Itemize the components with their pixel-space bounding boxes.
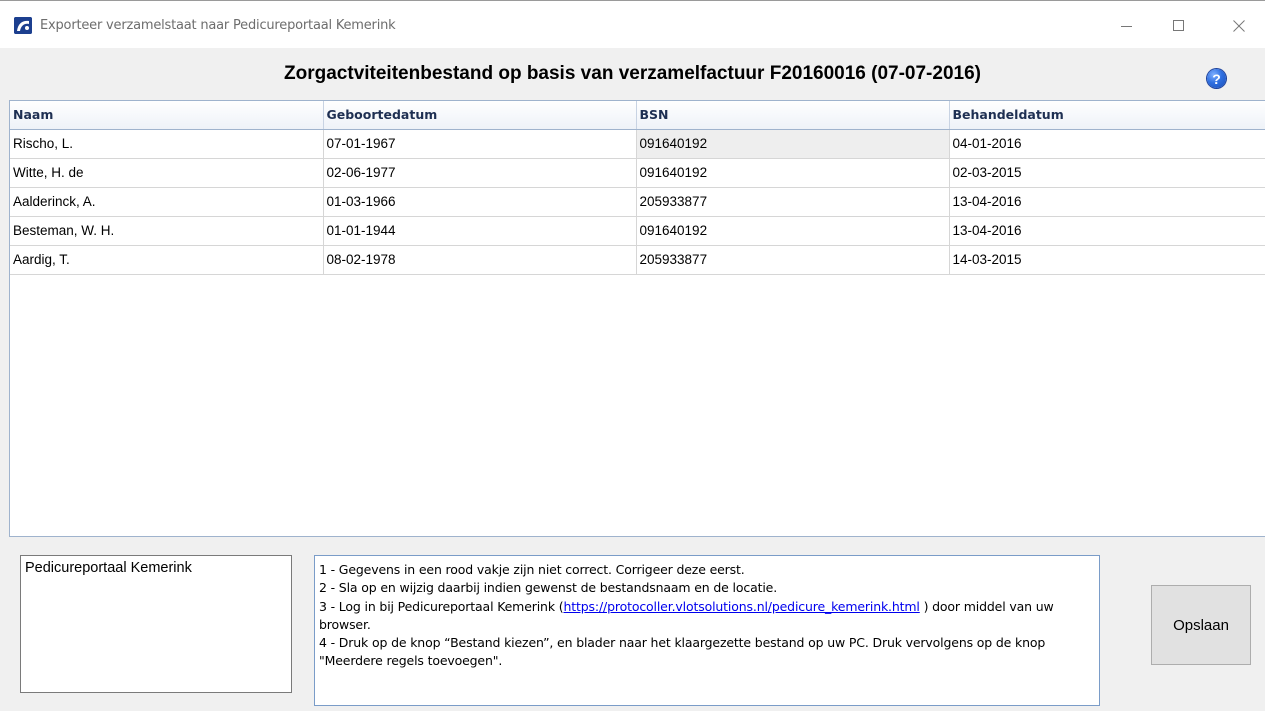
cell-naam[interactable]: Aardig, T. bbox=[10, 245, 324, 275]
column-header-behandeldatum[interactable]: Behandeldatum bbox=[949, 101, 1265, 130]
column-header-naam[interactable]: Naam bbox=[10, 101, 324, 130]
cell-geboortedatum[interactable]: 08-02-1978 bbox=[323, 245, 637, 275]
table-row[interactable]: Aardig, T. 08-02-1978 205933877 14-03-20… bbox=[10, 245, 1265, 275]
title-bar: Exporteer verzamelstaat naar Pedicurepor… bbox=[0, 0, 1265, 48]
portal-link[interactable]: https://protocoller.vlotsolutions.nl/ped… bbox=[563, 599, 919, 614]
table-row[interactable]: Rischo, L. 07-01-1967 091640192 04-01-20… bbox=[10, 129, 1265, 159]
instructions-text: 1 - Gegevens in een rood vakje zijn niet… bbox=[314, 555, 1100, 706]
cell-behandeldatum[interactable]: 04-01-2016 bbox=[949, 129, 1265, 159]
instruction-line-3-text: 3 - Log in bij Pedicureportaal Kemerink … bbox=[319, 598, 564, 614]
cell-behandeldatum[interactable]: 14-03-2015 bbox=[949, 245, 1265, 275]
instruction-line-1: 1 - Gegevens in een rood vakje zijn niet… bbox=[319, 562, 745, 577]
help-icon[interactable]: ? bbox=[1207, 69, 1226, 88]
minimize-button[interactable] bbox=[1104, 11, 1150, 41]
maximize-icon bbox=[1173, 20, 1184, 31]
table-row[interactable]: Witte, H. de 02-06-1977 091640192 02-03-… bbox=[10, 158, 1265, 188]
portal-list[interactable]: Pedicureportaal Kemerink bbox=[20, 555, 292, 693]
save-button[interactable]: Opslaan bbox=[1151, 585, 1251, 665]
cell-naam[interactable]: Besteman, W. H. bbox=[10, 216, 324, 246]
table-row[interactable]: Aalderinck, A. 01-03-1966 205933877 13-0… bbox=[10, 187, 1265, 217]
cell-bsn[interactable]: 205933877 bbox=[636, 187, 950, 217]
cell-geboortedatum[interactable]: 01-01-1944 bbox=[323, 216, 637, 246]
page-title: Zorgactviteitenbestand op basis van verz… bbox=[284, 63, 981, 84]
cell-geboortedatum[interactable]: 01-03-1966 bbox=[323, 187, 637, 217]
instruction-line-4: 4 - Druk op de knop “Bestand kiezen”, en… bbox=[319, 635, 1046, 669]
window-title: Exporteer verzamelstaat naar Pedicurepor… bbox=[40, 18, 396, 33]
app-logo-icon bbox=[14, 17, 32, 34]
close-icon bbox=[1233, 20, 1245, 32]
heading-row: Zorgactviteitenbestand op basis van verz… bbox=[0, 48, 1265, 100]
table-header-row: Naam Geboortedatum BSN Behandeldatum bbox=[10, 101, 1265, 130]
cell-naam[interactable]: Rischo, L. bbox=[10, 129, 324, 159]
maximize-button[interactable] bbox=[1156, 11, 1202, 41]
table-row[interactable]: Besteman, W. H. 01-01-1944 091640192 13-… bbox=[10, 216, 1265, 246]
column-header-geboortedatum[interactable]: Geboortedatum bbox=[323, 101, 637, 130]
bottom-panel: Pedicureportaal Kemerink 1 - Gegevens in… bbox=[0, 537, 1265, 711]
cell-geboortedatum[interactable]: 07-01-1967 bbox=[323, 129, 637, 159]
cell-behandeldatum[interactable]: 02-03-2015 bbox=[949, 158, 1265, 188]
cell-naam[interactable]: Witte, H. de bbox=[10, 158, 324, 188]
list-item[interactable]: Pedicureportaal Kemerink bbox=[25, 560, 291, 576]
instruction-line-2: 2 - Sla op en wijzig daarbij indien gewe… bbox=[319, 580, 778, 596]
cell-behandeldatum[interactable]: 13-04-2016 bbox=[949, 216, 1265, 246]
close-button[interactable] bbox=[1216, 11, 1262, 41]
patients-table: Naam Geboortedatum BSN Behandeldatum Ris… bbox=[9, 100, 1265, 537]
minimize-icon bbox=[1121, 26, 1132, 27]
instruction-line-3: 3 - Log in bij Pedicureportaal Kemerink … bbox=[319, 598, 1095, 635]
cell-bsn[interactable]: 205933877 bbox=[636, 245, 950, 275]
column-header-bsn[interactable]: BSN bbox=[636, 101, 950, 130]
cell-naam[interactable]: Aalderinck, A. bbox=[10, 187, 324, 217]
cell-geboortedatum[interactable]: 02-06-1977 bbox=[323, 158, 637, 188]
cell-behandeldatum[interactable]: 13-04-2016 bbox=[949, 187, 1265, 217]
cell-bsn[interactable]: 091640192 bbox=[636, 158, 950, 188]
cell-bsn[interactable]: 091640192 bbox=[636, 216, 950, 246]
cell-bsn[interactable]: 091640192 bbox=[636, 129, 950, 159]
